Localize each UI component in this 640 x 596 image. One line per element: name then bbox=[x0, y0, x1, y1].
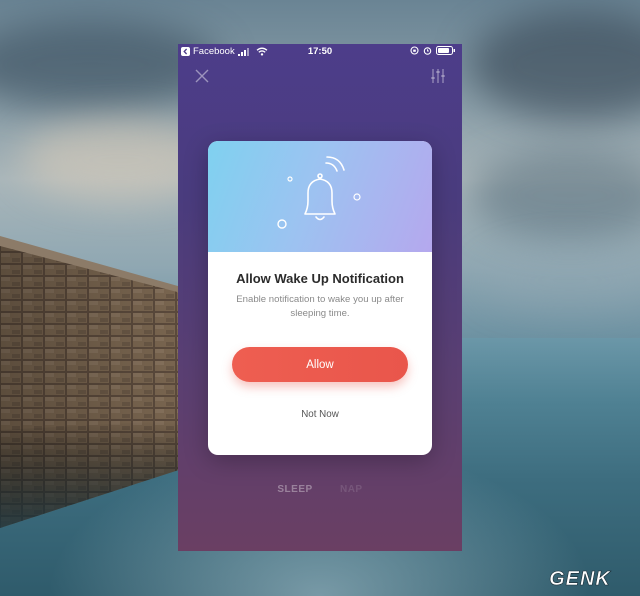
dialog-description: Enable notification to wake you up after… bbox=[236, 294, 404, 319]
phone-screen: Facebook 17:50 SLEEP NAP Allow Wake Up N… bbox=[178, 44, 462, 551]
bell-icon bbox=[277, 156, 361, 229]
dialog-hero bbox=[208, 141, 432, 252]
tab-nap[interactable]: NAP bbox=[340, 484, 363, 495]
tab-sleep[interactable]: SLEEP bbox=[277, 484, 312, 495]
svg-text:GENK: GENK bbox=[549, 568, 611, 590]
cloud bbox=[480, 250, 640, 310]
stone-wall bbox=[0, 236, 185, 528]
sliders-icon[interactable] bbox=[430, 68, 446, 84]
cloud bbox=[470, 10, 640, 120]
orientation-lock-icon bbox=[410, 46, 419, 55]
dialog-title: Allow Wake Up Notification bbox=[236, 271, 404, 286]
close-icon[interactable] bbox=[194, 68, 210, 84]
allow-button[interactable]: Allow bbox=[232, 347, 408, 382]
battery-icon bbox=[436, 46, 455, 55]
background-photo: Facebook 17:50 SLEEP NAP Allow Wake Up N… bbox=[0, 0, 640, 596]
alarm-icon bbox=[423, 47, 432, 55]
status-icons bbox=[410, 46, 456, 55]
genk-logo: GENK bbox=[549, 568, 611, 590]
cloud bbox=[470, 150, 640, 240]
status-bar: Facebook 17:50 bbox=[178, 44, 462, 61]
not-now-button[interactable]: Not Now bbox=[270, 405, 370, 425]
mode-tabs: SLEEP NAP bbox=[178, 484, 462, 495]
notification-permission-dialog: Allow Wake Up Notification Enable notifi… bbox=[208, 141, 432, 455]
